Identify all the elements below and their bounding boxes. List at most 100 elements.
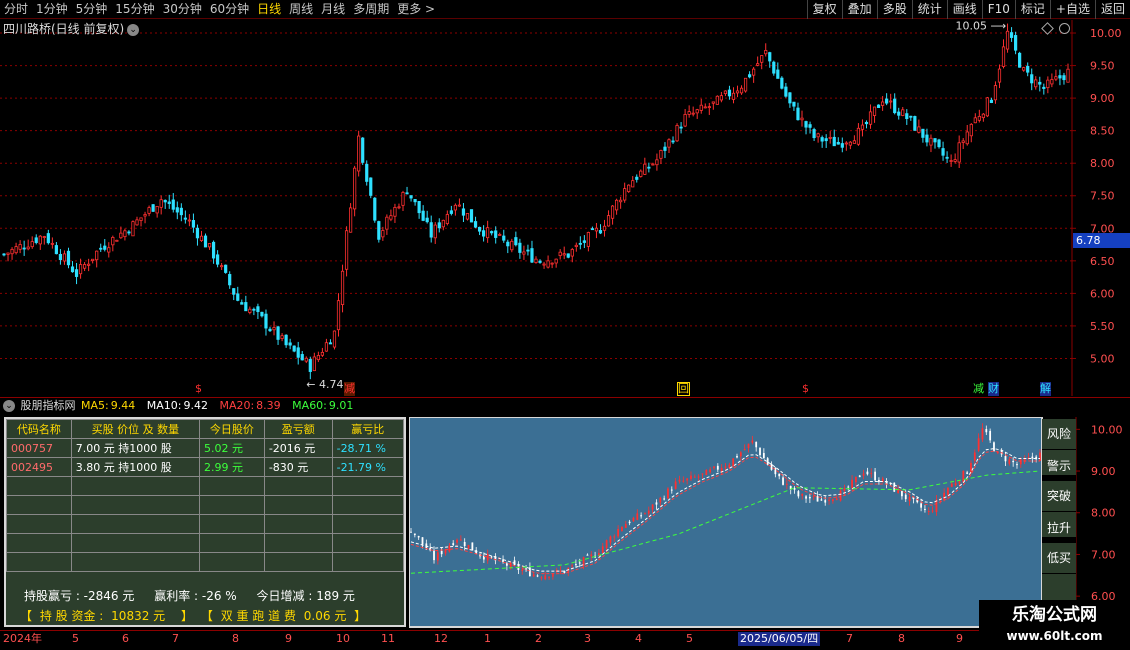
tab-5min[interactable]: 5分钟 bbox=[72, 0, 112, 19]
candle-body bbox=[602, 225, 607, 231]
candle-body bbox=[578, 562, 581, 564]
tab-weekly[interactable]: 周线 bbox=[285, 0, 317, 19]
candle-body bbox=[486, 227, 490, 239]
indicator-background bbox=[409, 417, 1077, 629]
tab-1min[interactable]: 1分钟 bbox=[32, 0, 72, 19]
draw-line-button[interactable]: 画线 bbox=[946, 0, 982, 19]
tab-15min[interactable]: 15分钟 bbox=[111, 0, 158, 19]
price-annotations: 10.05 ⟶ ← 4.74 bbox=[306, 20, 1006, 391]
event-marker[interactable]: $ bbox=[195, 382, 202, 396]
candle-body bbox=[927, 511, 930, 513]
candle-body bbox=[693, 476, 696, 478]
event-marker[interactable]: 减 bbox=[973, 382, 984, 396]
ma20-value: 8.39 bbox=[256, 399, 281, 412]
event-marker[interactable]: 财 bbox=[988, 382, 999, 396]
candle-body bbox=[985, 429, 988, 433]
candle-body bbox=[839, 490, 842, 501]
candle-body bbox=[449, 210, 453, 214]
candle-body bbox=[800, 117, 804, 121]
tab-60min[interactable]: 60分钟 bbox=[206, 0, 253, 19]
candle-body bbox=[973, 452, 976, 461]
chevron-down-icon[interactable]: ⌄ bbox=[3, 400, 15, 412]
price-chart[interactable]: 5.005.506.006.507.007.508.008.509.009.50… bbox=[0, 20, 1130, 396]
date-label: 1 bbox=[484, 632, 491, 645]
multi-stock-button[interactable]: 多股 bbox=[876, 0, 912, 19]
candle-body bbox=[83, 264, 87, 269]
candle-body bbox=[860, 124, 865, 130]
candle-body bbox=[832, 136, 836, 147]
candle-body bbox=[6, 252, 10, 255]
selected-date[interactable]: 2025/06/05/四 bbox=[738, 632, 821, 646]
total-pnl: 持股赢亏 : -2846 元 bbox=[24, 589, 135, 603]
event-marker[interactable]: 减 bbox=[344, 382, 355, 396]
candle-body bbox=[357, 135, 361, 172]
mark-button[interactable]: 标记 bbox=[1014, 0, 1050, 19]
tab-monthly[interactable]: 月线 bbox=[317, 0, 349, 19]
candle-body bbox=[674, 481, 677, 489]
tab-more[interactable]: 更多 > bbox=[393, 0, 439, 19]
pullup-button[interactable]: 拉升 bbox=[1042, 512, 1076, 543]
f10-button[interactable]: F10 bbox=[981, 0, 1015, 19]
event-marker[interactable]: $ bbox=[802, 382, 809, 396]
event-marker[interactable]: 解 bbox=[1040, 382, 1051, 396]
col-header-today: 今日股价 bbox=[199, 419, 265, 439]
candle-body bbox=[440, 550, 443, 555]
candle-body bbox=[870, 472, 873, 474]
back-button[interactable]: 返回 bbox=[1094, 0, 1130, 19]
candle-body bbox=[131, 221, 135, 237]
y-tick-label: 5.50 bbox=[1090, 320, 1115, 333]
candle-body bbox=[1005, 30, 1010, 50]
candle-body bbox=[328, 342, 333, 345]
candle-body bbox=[14, 246, 18, 254]
tab-fenshi[interactable]: 分时 bbox=[0, 0, 32, 19]
table-row[interactable]: 002495 3.80 元 持1000 股 2.99 元 -830 元 -21.… bbox=[6, 457, 405, 477]
candle-body bbox=[456, 539, 458, 543]
candle-body bbox=[808, 124, 812, 128]
warning-button[interactable]: 警示 bbox=[1042, 450, 1076, 481]
buy-low-button[interactable]: 低买 bbox=[1042, 543, 1076, 574]
y-tick-label: 6.50 bbox=[1090, 255, 1115, 268]
date-axis: 2024年 5 6 7 8 9 10 11 12 1 2 3 4 5 2025/… bbox=[0, 630, 1130, 650]
candle-body bbox=[417, 535, 420, 538]
breakout-button[interactable]: 突破 bbox=[1042, 481, 1076, 512]
candle-body bbox=[552, 574, 554, 577]
stock-code: 000757 bbox=[6, 438, 72, 458]
statistics-button[interactable]: 统计 bbox=[911, 0, 947, 19]
indicator-name: 股朋指标网 bbox=[20, 399, 76, 412]
candle-body bbox=[909, 115, 913, 118]
table-row[interactable]: 000757 7.00 元 持1000 股 5.02 元 -2016 元 -28… bbox=[6, 438, 405, 458]
candle-body bbox=[236, 293, 240, 301]
candle-body bbox=[586, 232, 590, 247]
candle-body bbox=[594, 227, 599, 232]
chevron-down-icon[interactable]: ⌄ bbox=[127, 23, 140, 36]
candle-body bbox=[288, 342, 292, 346]
settings-circle-icon[interactable] bbox=[1059, 23, 1070, 34]
indicator-chart[interactable]: 6.007.008.009.0010.00 bbox=[409, 417, 1130, 629]
risk-button[interactable]: 风险 bbox=[1042, 419, 1076, 450]
y-tick-label: 8.50 bbox=[1090, 125, 1115, 138]
candle-body bbox=[103, 245, 107, 250]
candle-body bbox=[143, 214, 147, 217]
candle-body bbox=[780, 77, 784, 89]
tab-multi-period[interactable]: 多周期 bbox=[349, 0, 393, 19]
fee-label: 双 重 跑 道 费 bbox=[220, 609, 296, 623]
candle-body bbox=[256, 306, 260, 313]
tab-daily[interactable]: 日线 bbox=[253, 0, 285, 19]
candle-body bbox=[1039, 452, 1041, 461]
toolbar-actions: 复权 叠加 多股 统计 画线 F10 标记 +自选 返回 bbox=[806, 0, 1130, 19]
restore-rights-button[interactable]: 复权 bbox=[806, 0, 842, 19]
add-watchlist-button[interactable]: +自选 bbox=[1049, 0, 1095, 19]
candle-body bbox=[562, 253, 566, 256]
stock-title[interactable]: 四川路桥(日线 前复权) ⌄ bbox=[3, 21, 140, 37]
candle-body bbox=[70, 266, 75, 273]
overlay-button[interactable]: 叠加 bbox=[841, 0, 877, 19]
candle-body bbox=[855, 476, 857, 483]
indicator-plot-area bbox=[409, 417, 1043, 628]
event-marker[interactable]: 回 bbox=[677, 382, 690, 396]
tab-30min[interactable]: 30分钟 bbox=[159, 0, 206, 19]
candle-body bbox=[385, 216, 389, 230]
candle-body bbox=[623, 188, 627, 201]
col-header-buy: 买股 价位 及 数量 bbox=[70, 419, 201, 439]
candle-body bbox=[78, 264, 83, 275]
candle-body bbox=[429, 222, 433, 238]
